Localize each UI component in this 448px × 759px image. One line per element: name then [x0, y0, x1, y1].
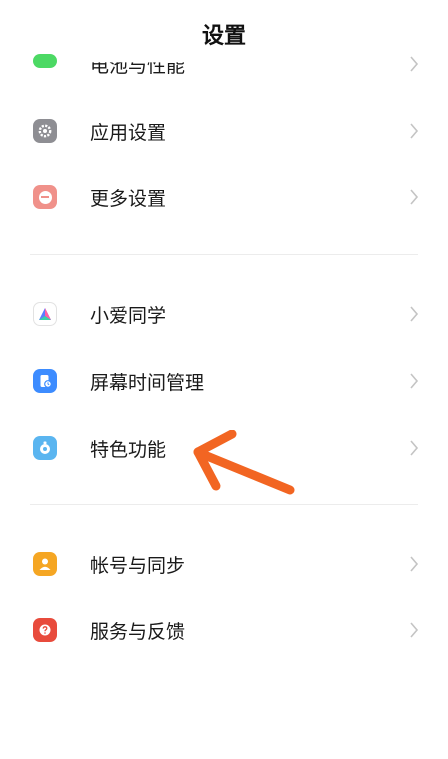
chevron-right-icon	[410, 373, 419, 389]
section-divider	[30, 504, 418, 505]
chevron-right-icon	[410, 306, 419, 322]
chevron-right-icon	[410, 440, 419, 456]
settings-item-label: 特色功能	[90, 439, 167, 461]
section-divider	[30, 254, 418, 255]
more-dots-icon	[33, 185, 57, 209]
gear-icon	[33, 119, 57, 143]
settings-item-more-settings[interactable]: 更多设置	[0, 167, 448, 227]
screen-time-icon	[33, 369, 57, 393]
settings-item-label: 电池与性能	[90, 55, 186, 77]
chevron-right-icon	[410, 123, 419, 139]
settings-item-battery[interactable]: 电池与性能	[0, 42, 448, 78]
account-icon	[33, 552, 57, 576]
settings-item-screen-time[interactable]: 屏幕时间管理	[0, 351, 448, 411]
chevron-right-icon	[410, 622, 419, 638]
settings-item-label: 小爱同学	[90, 305, 167, 327]
settings-item-label: 应用设置	[90, 122, 167, 144]
chevron-right-icon	[410, 189, 419, 205]
features-icon	[33, 436, 57, 460]
settings-item-label: 服务与反馈	[90, 621, 186, 643]
chevron-right-icon	[410, 556, 419, 572]
settings-item-xiaoai[interactable]: 小爱同学	[0, 284, 448, 344]
settings-item-label: 更多设置	[90, 188, 167, 210]
xiaoai-icon	[33, 302, 57, 326]
feedback-icon	[33, 618, 57, 642]
settings-item-label: 屏幕时间管理	[90, 372, 205, 394]
annotation-arrow-icon	[193, 430, 295, 495]
battery-icon	[33, 54, 57, 68]
chevron-right-icon	[410, 56, 419, 72]
settings-item-label: 帐号与同步	[90, 555, 186, 577]
settings-item-service-feedback[interactable]: 服务与反馈	[0, 600, 448, 660]
settings-item-app-settings[interactable]: 应用设置	[0, 101, 448, 161]
settings-item-account-sync[interactable]: 帐号与同步	[0, 534, 448, 594]
